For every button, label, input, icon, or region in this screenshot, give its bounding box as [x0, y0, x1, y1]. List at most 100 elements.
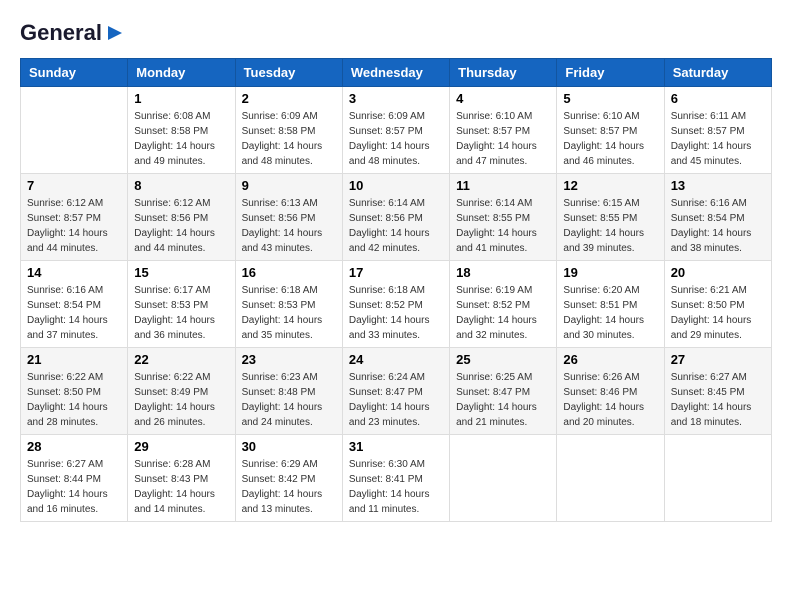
day-info: Sunrise: 6:26 AM Sunset: 8:46 PM Dayligh…	[563, 370, 657, 430]
day-number: 1	[134, 91, 228, 106]
logo-flag-icon	[106, 24, 124, 42]
day-number: 6	[671, 91, 765, 106]
day-number: 17	[349, 265, 443, 280]
calendar-cell: 17 Sunrise: 6:18 AM Sunset: 8:52 PM Dayli…	[342, 261, 449, 348]
calendar-week-4: 21 Sunrise: 6:22 AM Sunset: 8:50 PM Dayli…	[21, 348, 772, 435]
calendar-cell: 15Sunrise: 6:17 AM Sunset: 8:53 PM Dayli…	[128, 261, 235, 348]
day-info: Sunrise: 6:20 AM Sunset: 8:51 PM Dayligh…	[563, 283, 657, 343]
calendar-cell: 3 Sunrise: 6:09 AM Sunset: 8:57 PM Daylig…	[342, 87, 449, 174]
day-number: 21	[27, 352, 121, 367]
day-info: Sunrise: 6:11 AM Sunset: 8:57 PM Dayligh…	[671, 109, 765, 169]
day-number: 4	[456, 91, 550, 106]
calendar-cell	[557, 435, 664, 522]
day-number: 19	[563, 265, 657, 280]
day-info: Sunrise: 6:30 AM Sunset: 8:41 PM Dayligh…	[349, 457, 443, 517]
day-info: Sunrise: 6:08 AM Sunset: 8:58 PM Dayligh…	[134, 109, 228, 169]
day-info: Sunrise: 6:18 AM Sunset: 8:52 PM Dayligh…	[349, 283, 443, 343]
calendar-cell: 12 Sunrise: 6:15 AM Sunset: 8:55 PM Dayli…	[557, 174, 664, 261]
calendar-cell	[450, 435, 557, 522]
day-info: Sunrise: 6:24 AM Sunset: 8:47 PM Dayligh…	[349, 370, 443, 430]
day-info: Sunrise: 6:28 AM Sunset: 8:43 PM Dayligh…	[134, 457, 228, 517]
day-number: 20	[671, 265, 765, 280]
calendar-week-1: 1 Sunrise: 6:08 AM Sunset: 8:58 PM Daylig…	[21, 87, 772, 174]
calendar-week-3: 14Sunrise: 6:16 AM Sunset: 8:54 PM Dayli…	[21, 261, 772, 348]
calendar-cell: 1 Sunrise: 6:08 AM Sunset: 8:58 PM Daylig…	[128, 87, 235, 174]
calendar-cell: 20 Sunrise: 6:21 AM Sunset: 8:50 PM Dayli…	[664, 261, 771, 348]
day-number: 9	[242, 178, 336, 193]
day-info: Sunrise: 6:27 AM Sunset: 8:45 PM Dayligh…	[671, 370, 765, 430]
day-number: 8	[134, 178, 228, 193]
day-info: Sunrise: 6:21 AM Sunset: 8:50 PM Dayligh…	[671, 283, 765, 343]
day-number: 18	[456, 265, 550, 280]
calendar-cell: 13Sunrise: 6:16 AM Sunset: 8:54 PM Dayli…	[664, 174, 771, 261]
day-number: 12	[563, 178, 657, 193]
day-number: 15	[134, 265, 228, 280]
calendar-cell: 30Sunrise: 6:29 AM Sunset: 8:42 PM Dayli…	[235, 435, 342, 522]
calendar-cell: 23 Sunrise: 6:23 AM Sunset: 8:48 PM Dayli…	[235, 348, 342, 435]
calendar-cell: 22 Sunrise: 6:22 AM Sunset: 8:49 PM Dayli…	[128, 348, 235, 435]
calendar-cell: 16 Sunrise: 6:18 AM Sunset: 8:53 PM Dayli…	[235, 261, 342, 348]
calendar-cell: 10 Sunrise: 6:14 AM Sunset: 8:56 PM Dayli…	[342, 174, 449, 261]
day-number: 16	[242, 265, 336, 280]
calendar-cell: 7 Sunrise: 6:12 AM Sunset: 8:57 PM Daylig…	[21, 174, 128, 261]
day-number: 7	[27, 178, 121, 193]
day-number: 26	[563, 352, 657, 367]
calendar-cell: 29 Sunrise: 6:28 AM Sunset: 8:43 PM Dayli…	[128, 435, 235, 522]
day-info: Sunrise: 6:25 AM Sunset: 8:47 PM Dayligh…	[456, 370, 550, 430]
calendar-cell: 28 Sunrise: 6:27 AM Sunset: 8:44 PM Dayli…	[21, 435, 128, 522]
logo-general: General	[20, 20, 102, 46]
day-info: Sunrise: 6:19 AM Sunset: 8:52 PM Dayligh…	[456, 283, 550, 343]
day-info: Sunrise: 6:23 AM Sunset: 8:48 PM Dayligh…	[242, 370, 336, 430]
day-header-tuesday: Tuesday	[235, 59, 342, 87]
day-number: 10	[349, 178, 443, 193]
day-number: 22	[134, 352, 228, 367]
day-info: Sunrise: 6:14 AM Sunset: 8:56 PM Dayligh…	[349, 196, 443, 256]
day-number: 13	[671, 178, 765, 193]
calendar-week-5: 28 Sunrise: 6:27 AM Sunset: 8:44 PM Dayli…	[21, 435, 772, 522]
day-info: Sunrise: 6:09 AM Sunset: 8:58 PM Dayligh…	[242, 109, 336, 169]
day-info: Sunrise: 6:09 AM Sunset: 8:57 PM Dayligh…	[349, 109, 443, 169]
calendar-cell	[664, 435, 771, 522]
day-header-thursday: Thursday	[450, 59, 557, 87]
day-number: 2	[242, 91, 336, 106]
day-info: Sunrise: 6:16 AM Sunset: 8:54 PM Dayligh…	[27, 283, 121, 343]
day-number: 28	[27, 439, 121, 454]
calendar-cell: 24Sunrise: 6:24 AM Sunset: 8:47 PM Dayli…	[342, 348, 449, 435]
day-number: 23	[242, 352, 336, 367]
day-header-wednesday: Wednesday	[342, 59, 449, 87]
day-info: Sunrise: 6:12 AM Sunset: 8:56 PM Dayligh…	[134, 196, 228, 256]
day-number: 5	[563, 91, 657, 106]
calendar-cell: 2 Sunrise: 6:09 AM Sunset: 8:58 PM Daylig…	[235, 87, 342, 174]
day-info: Sunrise: 6:22 AM Sunset: 8:50 PM Dayligh…	[27, 370, 121, 430]
calendar-header-row: SundayMondayTuesdayWednesdayThursdayFrid…	[21, 59, 772, 87]
calendar-cell: 11 Sunrise: 6:14 AM Sunset: 8:55 PM Dayli…	[450, 174, 557, 261]
day-header-sunday: Sunday	[21, 59, 128, 87]
calendar-cell: 6 Sunrise: 6:11 AM Sunset: 8:57 PM Daylig…	[664, 87, 771, 174]
day-info: Sunrise: 6:29 AM Sunset: 8:42 PM Dayligh…	[242, 457, 336, 517]
day-number: 29	[134, 439, 228, 454]
calendar-cell: 25 Sunrise: 6:25 AM Sunset: 8:47 PM Dayli…	[450, 348, 557, 435]
calendar-cell: 18 Sunrise: 6:19 AM Sunset: 8:52 PM Dayli…	[450, 261, 557, 348]
calendar-cell: 26 Sunrise: 6:26 AM Sunset: 8:46 PM Dayli…	[557, 348, 664, 435]
day-number: 25	[456, 352, 550, 367]
day-info: Sunrise: 6:10 AM Sunset: 8:57 PM Dayligh…	[563, 109, 657, 169]
day-info: Sunrise: 6:13 AM Sunset: 8:56 PM Dayligh…	[242, 196, 336, 256]
day-info: Sunrise: 6:15 AM Sunset: 8:55 PM Dayligh…	[563, 196, 657, 256]
calendar-table: SundayMondayTuesdayWednesdayThursdayFrid…	[20, 58, 772, 522]
day-info: Sunrise: 6:22 AM Sunset: 8:49 PM Dayligh…	[134, 370, 228, 430]
day-number: 11	[456, 178, 550, 193]
day-info: Sunrise: 6:12 AM Sunset: 8:57 PM Dayligh…	[27, 196, 121, 256]
calendar-cell: 8 Sunrise: 6:12 AM Sunset: 8:56 PM Daylig…	[128, 174, 235, 261]
calendar-week-2: 7 Sunrise: 6:12 AM Sunset: 8:57 PM Daylig…	[21, 174, 772, 261]
calendar-cell: 19 Sunrise: 6:20 AM Sunset: 8:51 PM Dayli…	[557, 261, 664, 348]
calendar-cell: 9 Sunrise: 6:13 AM Sunset: 8:56 PM Daylig…	[235, 174, 342, 261]
day-info: Sunrise: 6:18 AM Sunset: 8:53 PM Dayligh…	[242, 283, 336, 343]
calendar-cell: 14Sunrise: 6:16 AM Sunset: 8:54 PM Dayli…	[21, 261, 128, 348]
day-info: Sunrise: 6:14 AM Sunset: 8:55 PM Dayligh…	[456, 196, 550, 256]
logo: General	[20, 20, 124, 42]
page-header: General	[20, 20, 772, 42]
day-number: 3	[349, 91, 443, 106]
calendar-body: 1 Sunrise: 6:08 AM Sunset: 8:58 PM Daylig…	[21, 87, 772, 522]
day-info: Sunrise: 6:27 AM Sunset: 8:44 PM Dayligh…	[27, 457, 121, 517]
day-info: Sunrise: 6:10 AM Sunset: 8:57 PM Dayligh…	[456, 109, 550, 169]
